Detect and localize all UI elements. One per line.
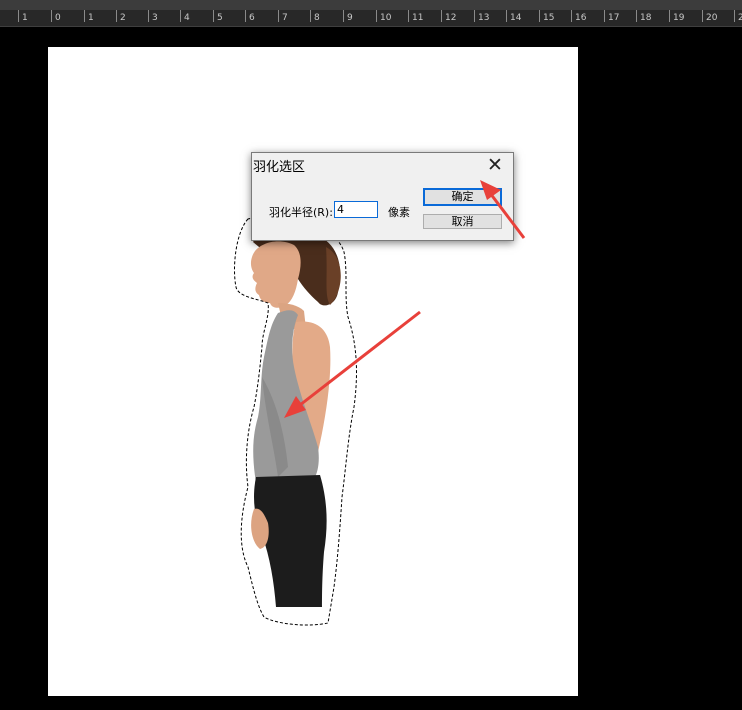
- ruler-tick: 15: [539, 10, 554, 23]
- close-icon[interactable]: ✕: [483, 154, 507, 176]
- woman-figure-image: [234, 214, 357, 626]
- ruler-tick: 17: [604, 10, 619, 23]
- ruler-tick: 2: [116, 10, 126, 23]
- feather-radius-label: 羽化半径(R):: [269, 206, 333, 219]
- ok-button[interactable]: 确定: [423, 188, 502, 206]
- ruler-tick: 4: [180, 10, 190, 23]
- feather-selection-dialog[interactable]: 羽化选区 ✕ 羽化半径(R): 像素 确定 取消: [251, 152, 514, 241]
- ruler-tick: 6: [245, 10, 255, 23]
- ruler-tick: 14: [506, 10, 521, 23]
- ruler-tick: 5: [213, 10, 223, 23]
- ruler-tick: 1: [18, 10, 28, 23]
- ruler-tick: 11: [408, 10, 423, 23]
- pixel-unit-label: 像素: [388, 206, 410, 219]
- cancel-button[interactable]: 取消: [423, 214, 502, 229]
- feather-radius-input[interactable]: [334, 201, 378, 218]
- ruler-tick: 20: [702, 10, 717, 23]
- ruler-tick: 16: [571, 10, 586, 23]
- dialog-title: 羽化选区: [253, 160, 306, 175]
- ruler-tick: 0: [51, 10, 61, 23]
- ruler-tick: 12: [441, 10, 456, 23]
- horizontal-ruler[interactable]: 1 0 1 2 3 4 5 6 7 8 9 10 11 12 13 14 15 …: [0, 10, 742, 27]
- menu-bar: [0, 0, 742, 10]
- ruler-tick: 8: [310, 10, 320, 23]
- ruler-tick: 9: [343, 10, 353, 23]
- ruler-tick: 18: [636, 10, 651, 23]
- ruler-tick: 10: [376, 10, 391, 23]
- document-canvas[interactable]: [48, 47, 578, 696]
- ruler-tick: 13: [474, 10, 489, 23]
- ruler-tick: 7: [278, 10, 288, 23]
- ruler-tick: 1: [84, 10, 94, 23]
- ruler-tick: 2: [734, 10, 742, 23]
- ruler-tick: 19: [669, 10, 684, 23]
- ruler-tick: 3: [148, 10, 158, 23]
